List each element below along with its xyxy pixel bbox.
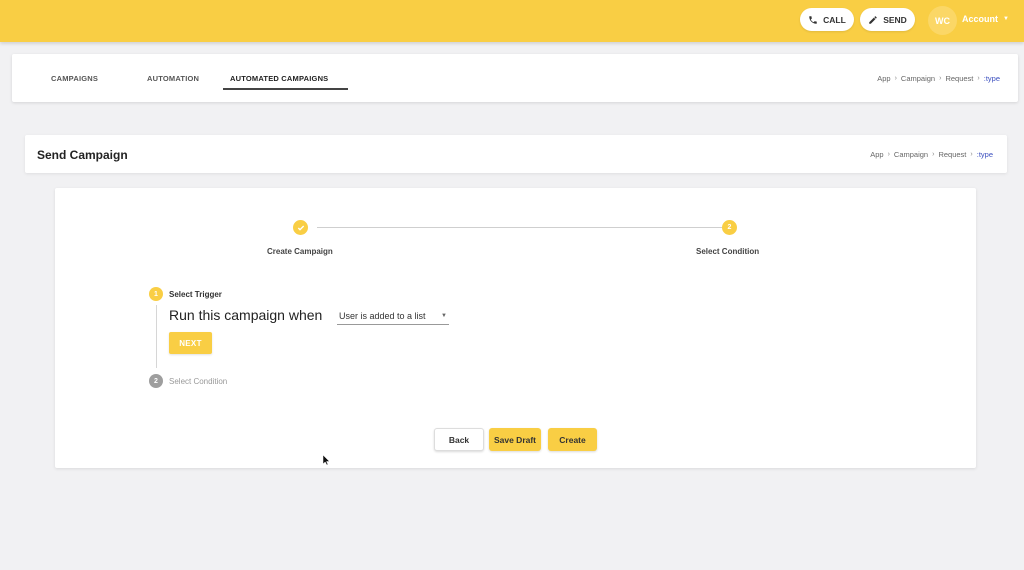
vertical-step-label: Select Condition <box>169 377 228 386</box>
next-button[interactable]: NEXT <box>169 332 212 354</box>
breadcrumb-item[interactable]: Campaign <box>894 150 928 159</box>
breadcrumb-item[interactable]: Request <box>945 74 973 83</box>
back-button[interactable]: Back <box>434 428 484 451</box>
breadcrumb: App › Campaign › Request › :type <box>870 150 993 159</box>
vertical-step-label: Select Trigger <box>169 290 222 299</box>
step-label-create-campaign: Create Campaign <box>267 247 333 256</box>
chevron-right-icon: › <box>939 75 942 82</box>
active-tab-indicator <box>223 88 348 90</box>
mouse-cursor-icon <box>323 455 331 465</box>
caret-down-icon: ▼ <box>1003 16 1009 22</box>
trigger-prompt: Run this campaign when <box>169 307 323 323</box>
call-button[interactable]: CALL <box>800 8 854 31</box>
send-label: SEND <box>883 14 907 25</box>
account-label: Account <box>962 14 998 24</box>
call-label: CALL <box>823 14 846 25</box>
breadcrumb-item[interactable]: App <box>870 150 883 159</box>
step-label-select-condition: Select Condition <box>696 247 760 256</box>
dropdown-arrow-icon: ▼ <box>441 313 447 319</box>
vertical-step-number: 1 <box>149 287 163 301</box>
top-app-bar: CALL SEND WC Account ▼ <box>0 0 1024 42</box>
create-button[interactable]: Create <box>548 428 597 451</box>
stepper-connector <box>317 227 723 228</box>
tabs-card: CAMPAIGNS AUTOMATION AUTOMATED CAMPAIGNS… <box>12 54 1018 102</box>
tab-automation[interactable]: AUTOMATION <box>147 74 199 83</box>
pencil-icon <box>869 15 877 24</box>
chevron-right-icon: › <box>932 151 935 158</box>
chevron-right-icon: › <box>970 151 973 158</box>
chevron-right-icon: › <box>894 75 897 82</box>
step-number: 2 <box>722 220 737 235</box>
page-header-card: Send Campaign App › Campaign › Request ›… <box>25 135 1007 173</box>
breadcrumb-item[interactable]: Campaign <box>901 74 935 83</box>
breadcrumb-current: :type <box>976 150 993 159</box>
trigger-select-value: User is added to a list <box>339 311 426 321</box>
vertical-step-connector <box>156 305 157 368</box>
breadcrumb-item[interactable]: Request <box>938 150 966 159</box>
tab-campaigns[interactable]: CAMPAIGNS <box>51 74 98 83</box>
avatar[interactable]: WC <box>928 6 957 35</box>
send-button[interactable]: SEND <box>860 8 915 31</box>
campaign-form-card: 2 Create Campaign Select Condition 1 Sel… <box>55 188 976 468</box>
breadcrumb: App › Campaign › Request › :type <box>877 74 1000 83</box>
trigger-select[interactable]: User is added to a list ▼ <box>337 308 449 325</box>
phone-icon <box>809 15 817 24</box>
vertical-step-number: 2 <box>149 374 163 388</box>
step-complete-indicator <box>293 220 308 235</box>
save-draft-button[interactable]: Save Draft <box>489 428 541 451</box>
tab-automated-campaigns[interactable]: AUTOMATED CAMPAIGNS <box>230 74 328 83</box>
breadcrumb-current: :type <box>983 74 1000 83</box>
check-icon <box>297 225 304 231</box>
chevron-right-icon: › <box>887 151 890 158</box>
account-menu[interactable]: Account ▼ <box>962 14 1009 24</box>
chevron-right-icon: › <box>977 75 980 82</box>
page-title: Send Campaign <box>37 148 128 162</box>
breadcrumb-item[interactable]: App <box>877 74 890 83</box>
